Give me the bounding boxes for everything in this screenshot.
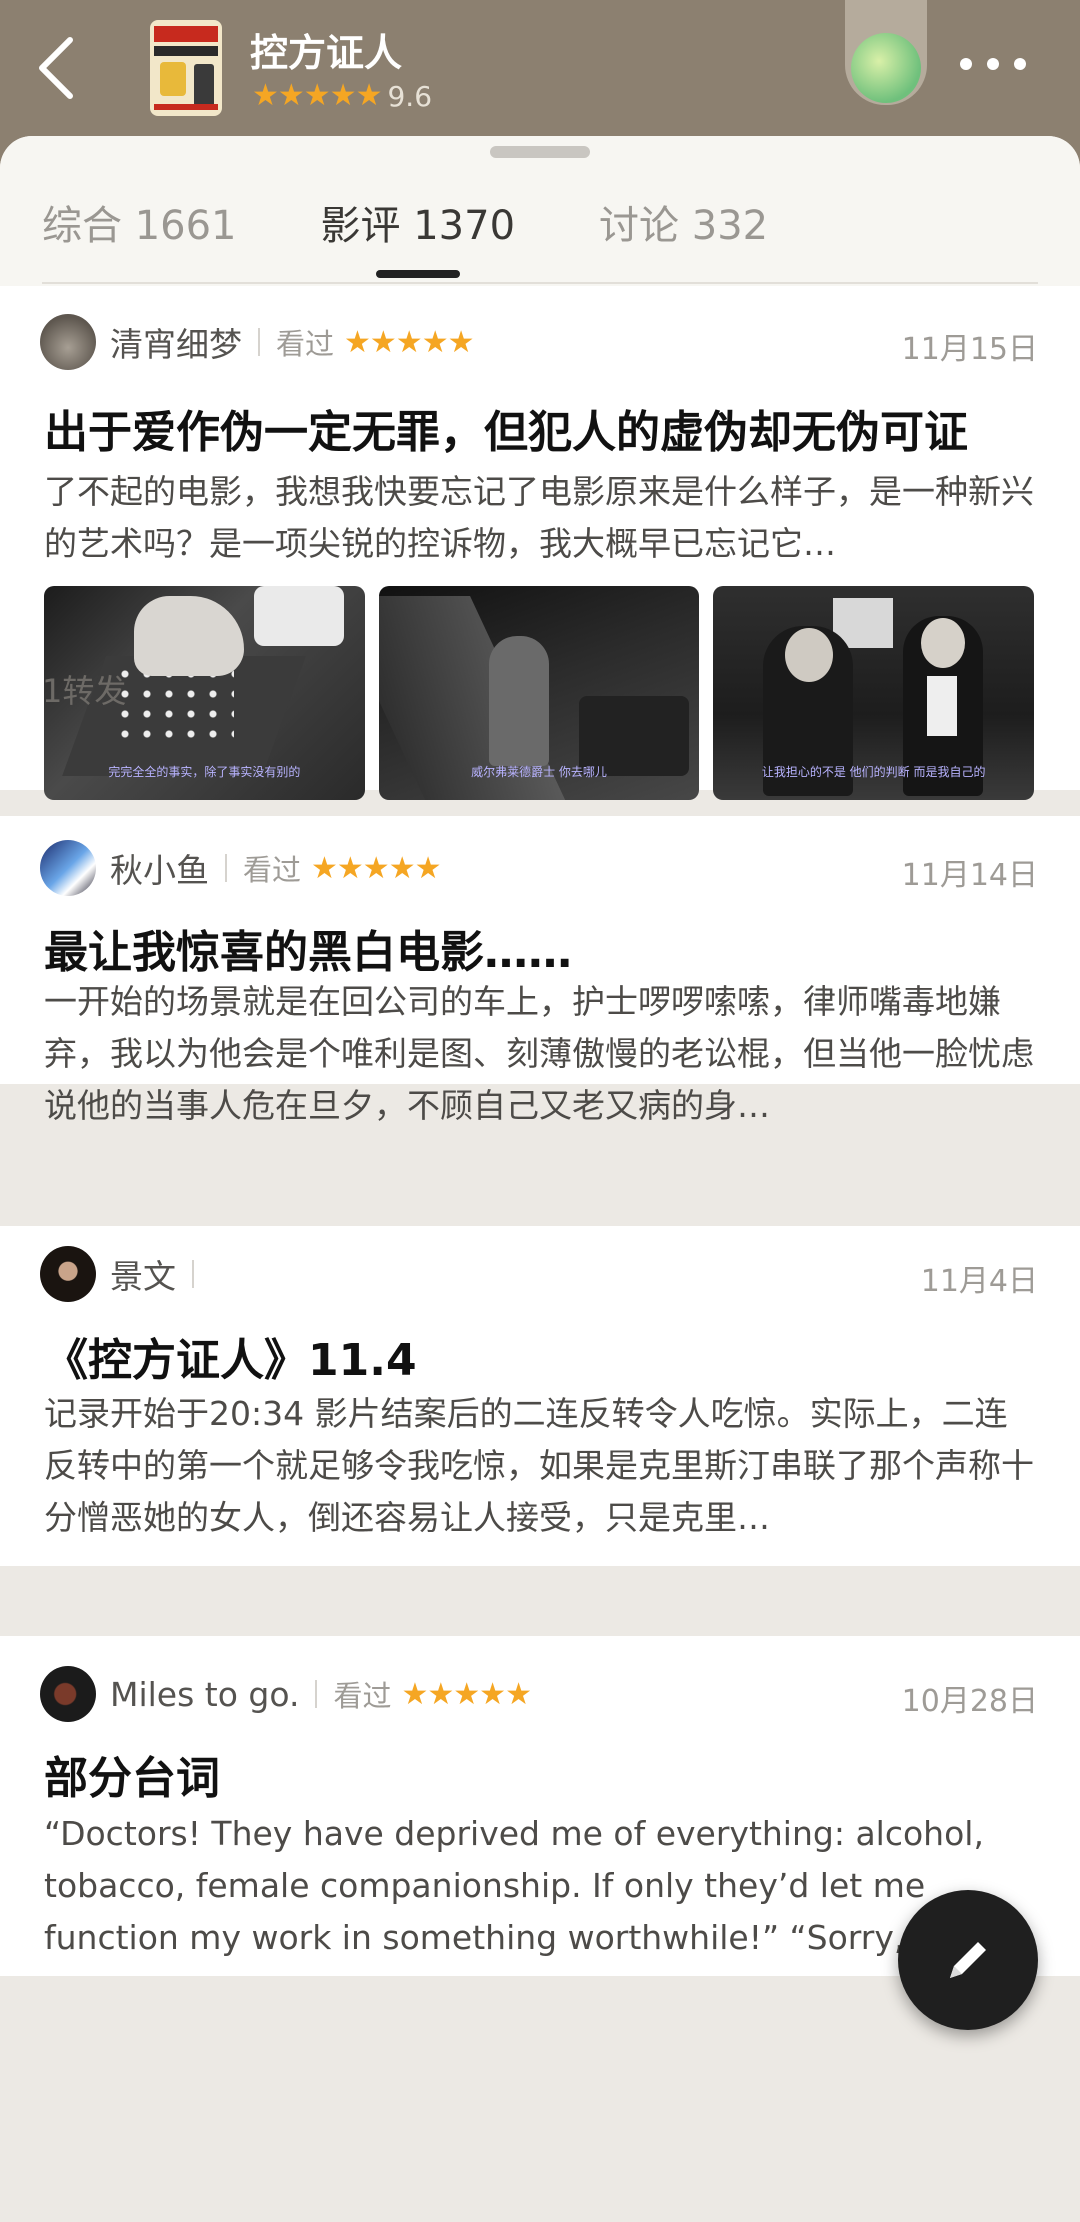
write-review-button[interactable] (898, 1890, 1038, 2030)
star-rating-icon: ★★★★★ (252, 78, 382, 113)
tab-overview[interactable]: 综合 1661 (42, 196, 237, 256)
movie-poster[interactable] (150, 20, 222, 116)
review-date: 10月28日 (901, 1684, 1038, 1719)
more-dots-icon (960, 58, 972, 70)
tab-discussion[interactable]: 讨论 332 (599, 196, 768, 256)
drag-handle[interactable] (490, 146, 590, 158)
top-bar: 控方证人 ★★★★★ 9.6 (0, 0, 1080, 140)
review-excerpt: 了不起的电影，我想我快要忘记了电影原来是什么样子，是一种新兴的艺术吗？是一项尖锐… (44, 472, 1034, 563)
review-excerpt: “Doctors! They have deprived me of every… (44, 1814, 984, 1957)
review-title: 最让我惊喜的黑白电影…… (44, 927, 572, 978)
review-title: 部分台词 (44, 1753, 220, 1804)
divider (192, 1260, 194, 1288)
review-card[interactable]: 清宵细梦 看过 ★★★★★ 11月15日 出于爱作伪一定无罪，但犯人的虚伪却无伪… (0, 286, 1080, 800)
image-subtitle: 完完全全的事实，除了事实没有别的 (108, 765, 301, 779)
chevron-left-icon (39, 37, 73, 99)
review-card[interactable]: 景文 11月4日 《控方证人》11.4 记录开始于20:34 影片结案后的二连反… (0, 1226, 1080, 1566)
back-button[interactable] (30, 30, 86, 106)
review-card-content: 最让我惊喜的黑白电影…… 一开始的场景就是在回公司的车上，护士啰啰嗦嗦，律师嘴毒… (0, 816, 1080, 1125)
star-rating-icon: ★★★★★ (401, 1676, 531, 1712)
movie-rating: ★★★★★ 9.6 (252, 78, 432, 114)
more-button[interactable] (960, 44, 1026, 84)
image-subtitle: 让我担心的不是 他们的判断 而是我自己的 (761, 765, 986, 779)
user-avatar[interactable] (845, 0, 927, 105)
watched-label: 看过 (333, 1679, 392, 1713)
active-tab-indicator (375, 270, 460, 278)
review-author[interactable]: 清宵细梦 (110, 318, 242, 366)
divider (42, 282, 1038, 284)
repost-count[interactable]: 1转发 (42, 666, 126, 712)
review-title: 《控方证人》11.4 (44, 1335, 417, 1386)
review-image[interactable]: 让我担心的不是 他们的判断 而是我自己的 (713, 586, 1035, 800)
star-rating-icon: ★★★★★ (344, 324, 474, 360)
tab-bar: 综合 1661 影评 1370 讨论 332 (0, 136, 1080, 286)
review-images: 完完全全的事实，除了事实没有别的 威尔弗莱德爵士 你去哪儿 让我担心的不是 他们… (44, 586, 1035, 800)
review-author[interactable]: Miles to go. (110, 1675, 299, 1714)
review-author[interactable]: 景文 (110, 1250, 176, 1298)
review-excerpt: 一开始的场景就是在回公司的车上，护士啰啰嗦嗦，律师嘴毒地嫌弃，我以为他会是个唯利… (44, 982, 1034, 1125)
tab-reviews[interactable]: 影评 1370 (321, 196, 515, 278)
watched-label: 看过 (276, 327, 335, 361)
image-subtitle: 威尔弗莱德爵士 你去哪儿 (471, 765, 607, 779)
rating-score: 9.6 (387, 79, 433, 113)
review-excerpt: 记录开始于20:34 影片结案后的二连反转令人吃惊。实际上，二连反转中的第一个就… (44, 1394, 1034, 1537)
review-date: 11月15日 (901, 332, 1038, 367)
avatar[interactable] (40, 1246, 96, 1302)
pencil-icon (950, 1942, 986, 1978)
review-title: 出于爱作伪一定无罪，但犯人的虚伪却无伪可证 (44, 407, 968, 458)
movie-title: 控方证人 (250, 31, 403, 75)
avatar[interactable] (40, 314, 96, 370)
divider (258, 328, 260, 356)
review-date: 11月4日 (920, 1264, 1038, 1299)
divider (315, 1680, 318, 1708)
avatar[interactable] (40, 1666, 96, 1722)
review-image[interactable]: 威尔弗莱德爵士 你去哪儿 (378, 586, 700, 800)
